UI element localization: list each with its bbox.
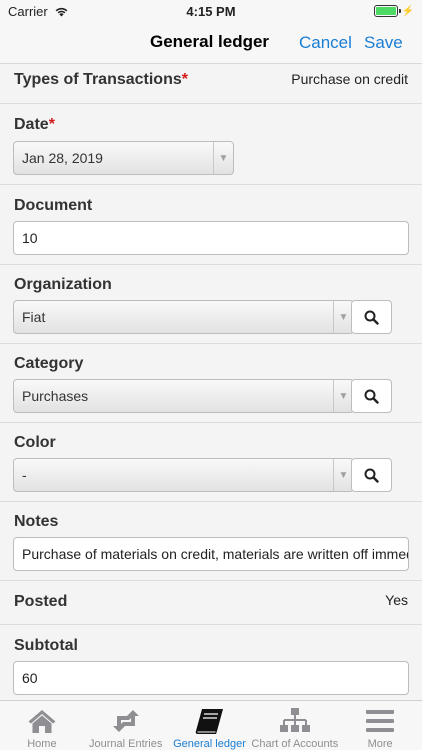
tab-home[interactable]: Home xyxy=(0,701,84,750)
row-posted[interactable]: Posted Yes xyxy=(0,581,422,625)
chevron-down-icon: ▼ xyxy=(333,301,353,333)
tab-chart-of-accounts-label: Chart of Accounts xyxy=(251,738,339,750)
repeat-icon xyxy=(110,706,142,736)
wifi-icon xyxy=(55,7,68,16)
row-notes: Notes Purchase of materials on credit, m… xyxy=(0,502,422,581)
subtotal-label: Subtotal xyxy=(14,637,78,654)
transaction-type-label-text: Types of Transactions xyxy=(14,71,182,88)
status-right: ⚡ xyxy=(373,5,414,17)
row-date: Date* Jan 28, 2019 ▼ xyxy=(0,104,422,185)
organization-search-button[interactable] xyxy=(351,300,392,334)
tab-home-label: Home xyxy=(27,738,57,750)
date-label: Date* xyxy=(14,116,55,134)
category-label: Category xyxy=(14,355,84,372)
tab-general-ledger[interactable]: General ledger xyxy=(168,701,252,750)
subtotal-input[interactable]: 60 xyxy=(13,661,409,695)
row-subtotal: Subtotal 60 xyxy=(0,625,422,700)
color-value: - xyxy=(22,467,27,483)
date-picker[interactable]: Jan 28, 2019 ▼ xyxy=(13,141,234,175)
date-value: Jan 28, 2019 xyxy=(22,150,103,166)
transaction-type-label: Types of Transactions* xyxy=(14,71,188,89)
color-label: Color xyxy=(14,434,56,451)
chevron-down-icon: ▼ xyxy=(333,380,353,412)
category-value: Purchases xyxy=(22,388,89,404)
book-icon xyxy=(193,706,225,736)
home-icon xyxy=(27,706,57,736)
menu-icon xyxy=(365,706,395,736)
row-color: Color - ▼ xyxy=(0,423,422,502)
document-label: Document xyxy=(14,197,93,214)
color-select[interactable]: - ▼ xyxy=(13,458,354,492)
status-bar: Carrier 4:15 PM ⚡ xyxy=(0,0,422,22)
search-icon xyxy=(364,468,379,483)
transaction-type-value: Purchase on credit xyxy=(291,71,408,87)
organization-label: Organization xyxy=(14,276,112,293)
save-button[interactable]: Save xyxy=(364,33,403,53)
ledger-form: Types of Transactions* Purchase on credi… xyxy=(0,64,422,700)
page-title: General ledger xyxy=(150,32,270,51)
organization-value: Fiat xyxy=(22,309,46,325)
navigation-bar: General ledger Cancel Save xyxy=(0,22,422,64)
required-mark: * xyxy=(48,116,55,133)
battery-icon xyxy=(373,5,401,17)
posted-label: Posted xyxy=(14,593,68,610)
organization-select[interactable]: Fiat ▼ xyxy=(13,300,354,334)
tab-journal-entries-label: Journal Entries xyxy=(89,738,163,750)
charging-icon: ⚡ xyxy=(401,5,414,17)
row-category: Category Purchases ▼ xyxy=(0,344,422,423)
row-document: Document 10 xyxy=(0,185,422,265)
row-organization: Organization Fiat ▼ xyxy=(0,265,422,344)
notes-input[interactable]: Purchase of materials on credit, materia… xyxy=(13,537,409,571)
chevron-down-icon: ▼ xyxy=(213,142,233,174)
notes-label: Notes xyxy=(14,513,59,530)
required-mark: * xyxy=(181,71,188,88)
color-search-button[interactable] xyxy=(351,458,392,492)
tab-more[interactable]: More xyxy=(338,701,422,750)
search-icon xyxy=(364,389,379,404)
carrier-label: Carrier xyxy=(8,3,48,19)
search-icon xyxy=(364,310,379,325)
tab-more-label: More xyxy=(367,738,393,750)
tab-general-ledger-label: General ledger xyxy=(173,738,246,750)
tab-bar: Home Journal Entries General ledger Char… xyxy=(0,700,422,750)
posted-value: Yes xyxy=(385,592,408,608)
category-search-button[interactable] xyxy=(351,379,392,413)
status-left: Carrier xyxy=(8,4,69,19)
category-select[interactable]: Purchases ▼ xyxy=(13,379,354,413)
tab-chart-of-accounts[interactable]: Chart of Accounts xyxy=(251,701,338,750)
hierarchy-icon xyxy=(279,706,310,736)
battery-fill xyxy=(375,7,396,15)
document-input[interactable]: 10 xyxy=(13,221,409,255)
row-transaction-type[interactable]: Types of Transactions* Purchase on credi… xyxy=(0,64,422,104)
tab-journal-entries[interactable]: Journal Entries xyxy=(84,701,168,750)
cancel-button[interactable]: Cancel xyxy=(299,33,352,53)
date-label-text: Date xyxy=(14,116,49,133)
chevron-down-icon: ▼ xyxy=(333,459,353,491)
